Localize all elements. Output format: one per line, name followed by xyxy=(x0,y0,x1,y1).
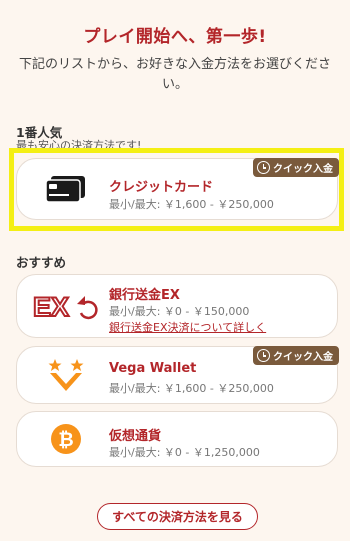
all-payment-methods-button[interactable]: すべての決済方法を見る xyxy=(97,503,258,530)
recommended-heading: おすすめ xyxy=(16,255,67,270)
payment-card-vega-wallet[interactable]: Vega Wallet 最小/最大: ￥1,600 - ￥250,000 クイッ… xyxy=(16,346,339,404)
payment-name: 銀行送金EX xyxy=(109,288,180,303)
payment-card-bank-ex[interactable]: EX 銀行送金EX 最小/最大: ￥0 - ￥150,000 銀行送金EX決済に… xyxy=(16,274,338,338)
svg-text:₿: ₿ xyxy=(58,429,73,451)
payment-name: Vega Wallet xyxy=(109,361,197,376)
page-header: プレイ開始へ、第一歩! 下記のリストから、お好きな入金方法をお選びください。 xyxy=(0,22,350,95)
quick-deposit-badge: クイック入金 xyxy=(253,346,339,365)
bitcoin-icon: ₿ xyxy=(31,417,101,461)
svg-text:EX: EX xyxy=(33,292,69,321)
payment-range: 最小/最大: ￥0 - ￥150,000 xyxy=(109,305,250,318)
payment-name: 仮想通貨 xyxy=(109,429,162,444)
bank-ex-info-link[interactable]: 銀行送金EX決済について詳しく xyxy=(109,319,266,335)
bank-ex-logo-icon: EX xyxy=(31,284,101,328)
page-subtitle: 下記のリストから、お好きな入金方法をお選びください。 xyxy=(18,57,331,92)
payment-card-crypto[interactable]: ₿ 仮想通貨 最小/最大: ￥0 - ￥1,250,000 xyxy=(16,411,338,467)
page-title: プレイ開始へ、第一歩! xyxy=(83,27,267,47)
badge-label: クイック入金 xyxy=(273,352,333,363)
payment-range: 最小/最大: ￥1,600 - ￥250,000 xyxy=(109,382,274,395)
clock-icon xyxy=(257,349,270,362)
selection-highlight xyxy=(9,148,344,231)
payment-range: 最小/最大: ￥0 - ￥1,250,000 xyxy=(109,446,260,459)
vega-wallet-logo-icon xyxy=(31,353,101,397)
